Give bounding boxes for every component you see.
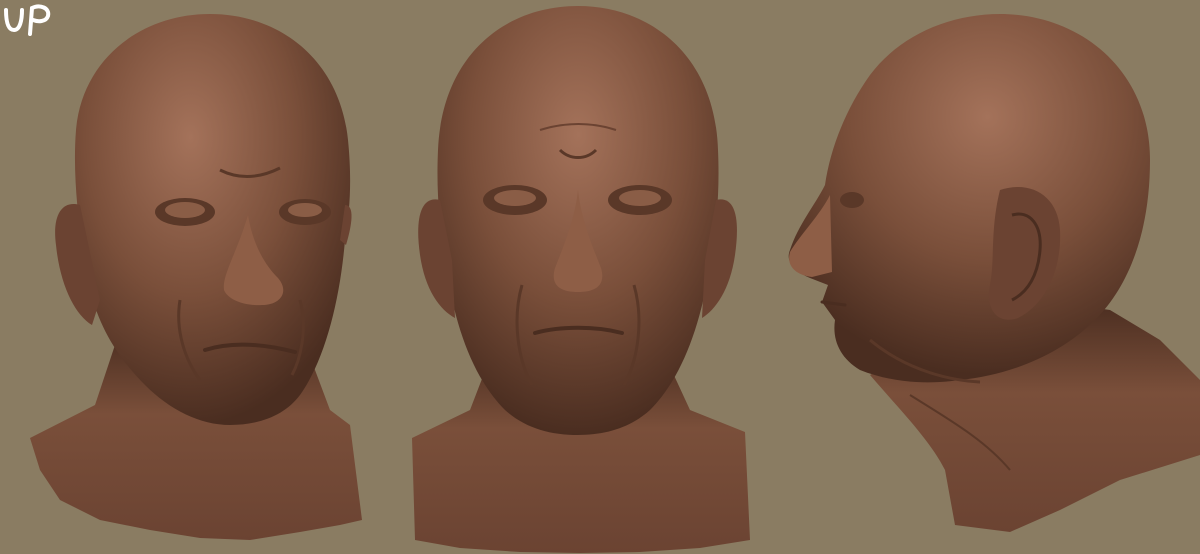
profile-view (788, 14, 1200, 532)
nose-shape (789, 195, 832, 277)
render-viewport (0, 0, 1200, 554)
up-logo (4, 4, 51, 36)
three-quarter-view (30, 14, 362, 540)
head-renders (30, 6, 1200, 553)
front-view (412, 6, 750, 553)
eye-shape (840, 192, 864, 208)
